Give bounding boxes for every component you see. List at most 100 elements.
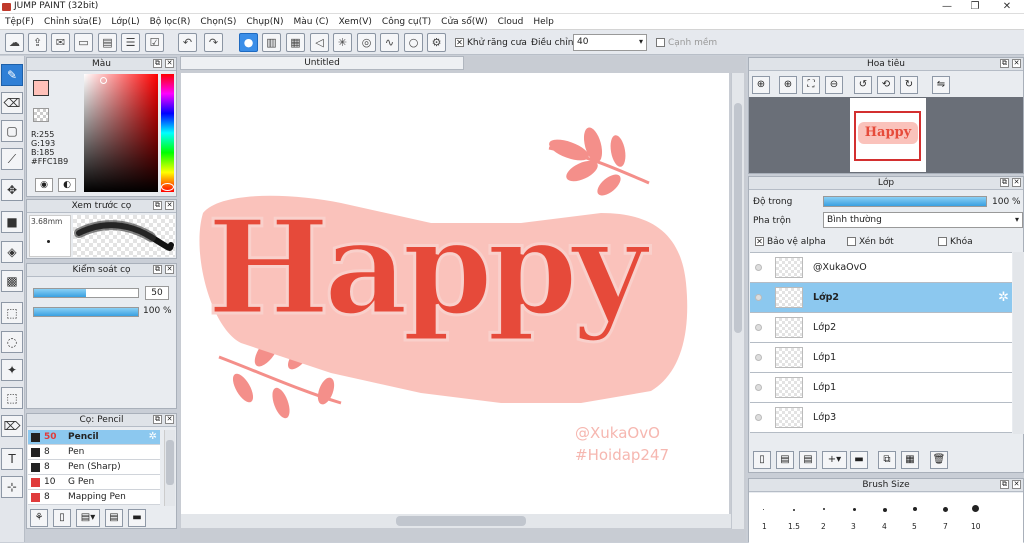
canvas-horizontal-scrollbar[interactable] — [181, 514, 731, 528]
fit-screen-icon[interactable]: ⛶ — [802, 76, 820, 94]
select-pen-tool-icon[interactable]: ⬚ — [1, 387, 23, 409]
redo-icon[interactable]: ↷ — [204, 33, 223, 52]
float-panel-icon[interactable]: ⧉ — [153, 265, 162, 274]
menu-help[interactable]: Help — [528, 14, 559, 30]
menu-select[interactable]: Chọn(S) — [195, 14, 241, 30]
close-panel-icon[interactable]: ✕ — [1012, 59, 1021, 68]
folder-icon[interactable]: ▬ — [128, 509, 146, 527]
float-panel-icon[interactable]: ⧉ — [153, 201, 162, 210]
menu-file[interactable]: Tệp(F) — [0, 14, 39, 30]
float-panel-icon[interactable]: ⧉ — [1000, 59, 1009, 68]
close-panel-icon[interactable]: ✕ — [165, 59, 174, 68]
layer-row[interactable]: Lớp1 — [750, 373, 1012, 403]
primary-color-swatch[interactable] — [33, 80, 49, 96]
layer-list-scrollbar[interactable] — [1013, 252, 1024, 434]
eye-icon[interactable] — [755, 354, 762, 361]
export-icon[interactable]: ⇪ — [28, 33, 47, 52]
brush-size-dot[interactable] — [763, 509, 764, 510]
eye-icon[interactable] — [755, 324, 762, 331]
doc-settings-icon[interactable]: ▤ — [105, 509, 123, 527]
eyedropper-tool-icon[interactable]: ⊹ — [1, 476, 23, 498]
close-panel-icon[interactable]: ✕ — [1012, 480, 1021, 489]
layer-row-selected[interactable]: Lớp2 ✲ — [750, 283, 1012, 313]
brush-item-g-pen[interactable]: 10 G Pen — [28, 475, 160, 490]
close-panel-icon[interactable]: ✕ — [165, 265, 174, 274]
layer-mask-icon[interactable]: ▤ — [799, 451, 817, 469]
zoom-in-alt-icon[interactable]: ⊕ — [779, 76, 797, 94]
merge-down-icon[interactable]: ⧉ — [878, 451, 896, 469]
brush-item-pen-sharp[interactable]: 8 Pen (Sharp) — [28, 460, 160, 475]
comment-icon[interactable]: ✉ — [51, 33, 70, 52]
zoom-out-icon[interactable]: ⊖ — [825, 76, 843, 94]
delete-layer-icon[interactable]: 🗑 — [930, 451, 948, 469]
clipping-checkbox[interactable] — [847, 237, 856, 246]
perspective-icon[interactable]: ◁ — [310, 33, 329, 52]
float-panel-icon[interactable]: ⧉ — [1000, 480, 1009, 489]
list-icon[interactable]: ☰ — [121, 33, 140, 52]
menu-capture[interactable]: Chụp(N) — [241, 14, 288, 30]
menu-tools[interactable]: Công cụ(T) — [377, 14, 436, 30]
monitor-icon[interactable]: ▭ — [74, 33, 93, 52]
eye-icon[interactable] — [755, 414, 762, 421]
brush-item-pencil[interactable]: 50 Pencil ✲ — [28, 430, 160, 445]
eye-icon[interactable] — [755, 294, 762, 301]
close-panel-icon[interactable]: ✕ — [165, 415, 174, 424]
brush-size-dot[interactable] — [793, 509, 795, 511]
drawing-canvas[interactable]: Happy @XukaOvO #Hoidap247 — [181, 73, 729, 514]
fill-rect-tool-icon[interactable]: ■ — [1, 211, 23, 233]
copy-dropdown-icon[interactable]: ▤▾ — [76, 509, 100, 527]
brush-item-pen[interactable]: 8 Pen — [28, 445, 160, 460]
rotate-right-icon[interactable]: ↻ — [900, 76, 918, 94]
adjust-dropdown[interactable]: 40 ▾ — [573, 34, 647, 51]
radial-icon[interactable]: ✳ — [333, 33, 352, 52]
vertical-scroll-thumb[interactable] — [734, 103, 742, 333]
rectangle-tool-icon[interactable]: ▢ — [1, 120, 23, 142]
line-tool-icon[interactable]: ⟋ — [1, 148, 23, 170]
palette-icon[interactable]: ◉ — [35, 178, 53, 192]
menu-layer[interactable]: Lớp(L) — [106, 14, 144, 30]
brush-size-dot[interactable] — [823, 508, 825, 510]
float-panel-icon[interactable]: ⧉ — [153, 59, 162, 68]
saturation-value-picker[interactable] — [84, 74, 158, 192]
eraser-tool-icon[interactable]: ⌫ — [1, 92, 23, 114]
blend-mode-dropdown[interactable]: Bình thường ▾ — [823, 212, 1023, 228]
brush-item-mapping-pen[interactable]: 8 Mapping Pen — [28, 490, 160, 505]
grid-icon[interactable]: ▦ — [286, 33, 305, 52]
layer-row[interactable]: Lớp2 — [750, 313, 1012, 343]
tab-untitled[interactable]: Untitled — [180, 56, 464, 70]
canvas-vertical-scrollbar[interactable] — [731, 73, 744, 529]
hue-handle[interactable] — [161, 183, 174, 191]
picker-cursor[interactable] — [100, 77, 107, 84]
gradient-tool-icon[interactable]: ▩ — [1, 270, 23, 292]
close-panel-icon[interactable]: ✕ — [1012, 178, 1021, 187]
layer-opacity-slider[interactable] — [823, 196, 987, 207]
add-layer-dropdown-icon[interactable]: +▾ — [822, 451, 847, 469]
hue-slider[interactable] — [161, 74, 174, 192]
minimize-button[interactable]: — — [932, 0, 962, 14]
rotate-reset-icon[interactable]: ⟲ — [877, 76, 895, 94]
close-panel-icon[interactable]: ✕ — [165, 201, 174, 210]
brush-size-slider[interactable] — [33, 288, 139, 298]
brush-list-scrollbar[interactable] — [164, 430, 175, 506]
smooth-edge-checkbox[interactable] — [656, 38, 665, 47]
checklist-icon[interactable]: ☑ — [145, 33, 164, 52]
lasso-tool-icon[interactable]: ◌ — [1, 331, 23, 353]
move-tool-icon[interactable]: ✥ — [1, 179, 23, 201]
layer-row[interactable]: Lớp3 — [750, 403, 1012, 433]
ellipse-icon[interactable]: ○ — [404, 33, 423, 52]
brush-size-input[interactable]: 50 — [145, 286, 169, 300]
menu-filter[interactable]: Bộ lọc(R) — [145, 14, 196, 30]
maximize-button[interactable]: ❐ — [960, 0, 990, 14]
duplicate-layer-icon[interactable]: ▤ — [776, 451, 794, 469]
brush-tool-icon[interactable]: ✎ — [1, 64, 23, 86]
layer-row[interactable]: Lớp1 — [750, 343, 1012, 373]
gear-snap-icon[interactable]: ⚙ — [427, 33, 446, 52]
flip-icon[interactable]: ⇋ — [932, 76, 950, 94]
gear-icon[interactable]: ✲ — [149, 431, 157, 442]
brush-size-dot[interactable] — [883, 508, 887, 512]
concentric-icon[interactable]: ◎ — [357, 33, 376, 52]
gear-icon[interactable]: ✲ — [998, 290, 1009, 305]
antialias-checkbox[interactable]: ✕ — [455, 38, 464, 47]
select-rect-tool-icon[interactable]: ⬚ — [1, 302, 23, 324]
undo-icon[interactable]: ↶ — [178, 33, 197, 52]
